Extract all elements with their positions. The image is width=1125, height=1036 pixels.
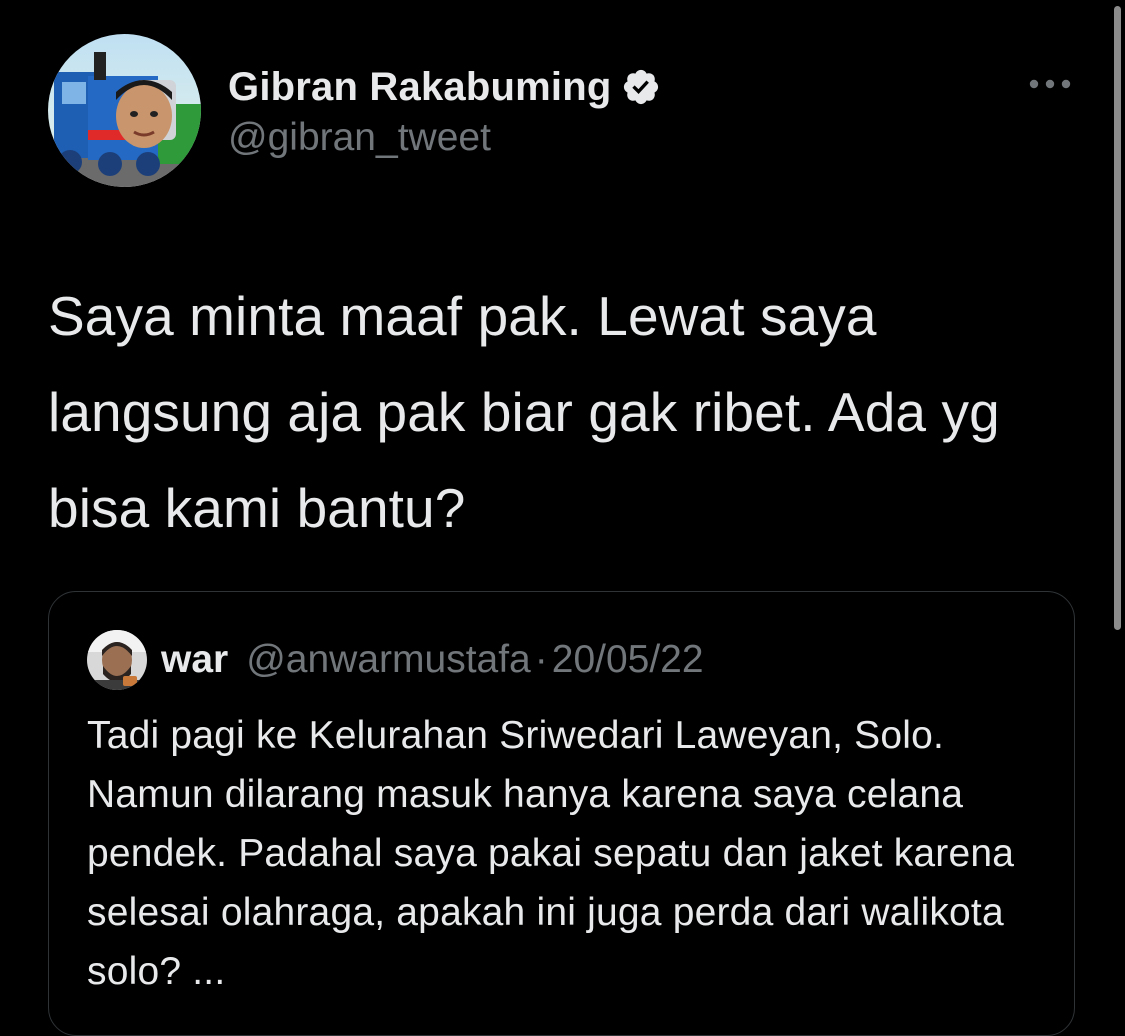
quoted-display-name[interactable]: war — [161, 638, 228, 682]
quoted-tweet-text: Tadi pagi ke Kelurahan Sriwedari Laweyan… — [87, 714, 1015, 993]
tweet: Gibran Rakabuming @gibran_tweet Saya min… — [48, 34, 1078, 556]
tweet-text: Saya minta maaf pak. Lewat saya langsung… — [48, 285, 1000, 539]
tweet-header: Gibran Rakabuming @gibran_tweet — [48, 34, 1078, 190]
quoted-avatar[interactable] — [87, 630, 147, 690]
display-name[interactable]: Gibran Rakabuming — [228, 65, 611, 110]
quoted-tweet-header: war @anwarmustafa · 20/05/22 — [87, 630, 704, 690]
more-options-icon[interactable] — [1028, 74, 1072, 94]
author-names: Gibran Rakabuming @gibran_tweet — [228, 64, 661, 160]
quoted-handle[interactable]: @anwarmustafa — [246, 638, 531, 682]
handle[interactable]: @gibran_tweet — [228, 116, 661, 160]
verified-badge-icon — [624, 69, 659, 105]
scrollbar[interactable] — [1114, 6, 1121, 630]
quoted-tweet[interactable]: war @anwarmustafa · 20/05/22 Tadi pagi k… — [48, 591, 1075, 1036]
display-name-row: Gibran Rakabuming — [228, 64, 661, 110]
avatar[interactable] — [48, 34, 201, 187]
quoted-date[interactable]: 20/05/22 — [552, 638, 704, 682]
meta-separator: · — [534, 638, 548, 681]
